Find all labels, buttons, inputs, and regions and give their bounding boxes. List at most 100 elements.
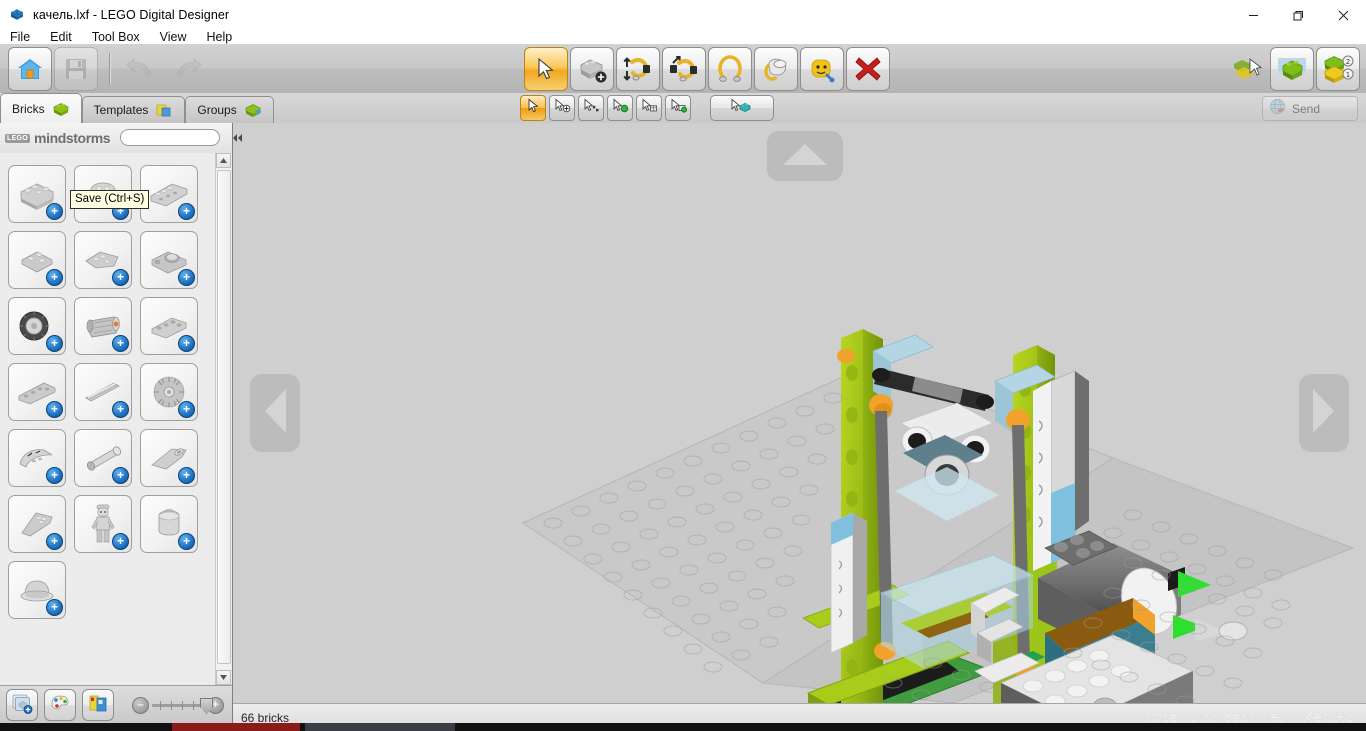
model-canvas[interactable] [233, 123, 1366, 703]
menu-help[interactable]: Help [197, 30, 243, 44]
restore-button[interactable] [1276, 0, 1321, 30]
clone-tool[interactable] [570, 47, 614, 91]
palette-collapse-handle[interactable] [232, 128, 243, 148]
select-add-button[interactable] [549, 95, 575, 121]
hinge-align-tool[interactable] [662, 47, 706, 91]
add-brick-badge[interactable]: + [178, 203, 195, 220]
save-button[interactable] [54, 47, 98, 91]
send-button[interactable]: Send [1262, 96, 1358, 121]
hinge-tool[interactable] [616, 47, 660, 91]
select-same-color-shape-button[interactable] [665, 95, 691, 121]
zoom-track[interactable] [152, 697, 213, 715]
rotate-view-left-button[interactable] [250, 374, 300, 452]
rotate-view-up-button[interactable] [767, 131, 843, 181]
add-brick-badge[interactable]: + [46, 533, 63, 550]
triangle-up-icon [781, 141, 829, 172]
hide-bricks-icon [730, 98, 754, 119]
add-brick-badge[interactable]: + [178, 401, 195, 418]
cursor-plus-icon [554, 98, 571, 118]
zoom-out-button[interactable]: – [132, 696, 149, 714]
add-brick-badge[interactable]: + [178, 467, 195, 484]
zoom-in-label: + [212, 698, 219, 711]
delete-tool[interactable] [846, 47, 890, 91]
add-brick-badge[interactable]: + [178, 269, 195, 286]
flex-tool[interactable] [708, 47, 752, 91]
menu-view[interactable]: View [150, 30, 197, 44]
tab-bricks[interactable]: Bricks [0, 93, 82, 123]
brick-item-technic-axle[interactable]: + [74, 363, 132, 421]
redo-button[interactable] [165, 47, 209, 91]
add-brick-badge[interactable]: + [112, 269, 129, 286]
brick-categories-button[interactable] [82, 689, 114, 721]
mode-build-button[interactable] [1270, 47, 1314, 91]
close-button[interactable] [1321, 0, 1366, 30]
mode-view-button[interactable] [1224, 47, 1268, 91]
brick-item-plate-turntable[interactable]: + [140, 231, 198, 289]
mindstorms-wordmark: mindstorms [34, 130, 111, 146]
color-palette-button[interactable] [44, 689, 76, 721]
undo-arrow-icon [126, 56, 156, 82]
brick-item-technic-liftarm[interactable]: + [8, 363, 66, 421]
mode-guide-button[interactable]: 2 1 [1316, 47, 1360, 91]
brick-item-technic-motor[interactable]: + [74, 297, 132, 355]
palette-zoom-slider[interactable]: – + [132, 696, 224, 715]
mindstorms-logo: LEGO mindstorms [5, 130, 111, 146]
add-brick-badge[interactable]: + [46, 599, 63, 616]
brick-item-slope-curved[interactable]: + [8, 429, 66, 487]
minimize-button[interactable] [1231, 0, 1276, 30]
home-icon [16, 55, 44, 83]
rotate-view-right-button[interactable] [1299, 374, 1349, 452]
palette-scrollbar[interactable] [215, 153, 231, 685]
menu-tool-box[interactable]: Tool Box [82, 30, 150, 44]
tab-bar: Bricks Templates Groups Save (Ctrl+S) Se… [0, 93, 1366, 209]
add-brick-badge[interactable]: + [46, 203, 63, 220]
select-connected-button[interactable] [578, 95, 604, 121]
select-single-button[interactable] [520, 95, 546, 121]
brick-item-technic-beam-3x5[interactable]: + [140, 297, 198, 355]
add-brick-badge[interactable]: + [46, 401, 63, 418]
select-same-color-button[interactable] [607, 95, 633, 121]
hide-selection-button[interactable] [710, 95, 774, 121]
menu-edit[interactable]: Edit [40, 30, 82, 44]
brick-item-technic-wheel-tire[interactable]: + [8, 297, 66, 355]
menu-file[interactable]: File [0, 30, 40, 44]
brick-item-minifigure[interactable]: + [74, 495, 132, 553]
brick-item-plate-wing[interactable]: + [8, 495, 66, 553]
palette-scroll-thumb[interactable] [217, 170, 231, 664]
brick-item-technic-gear[interactable]: + [140, 363, 198, 421]
templates-icon [155, 102, 173, 118]
brick-item-technic-tube[interactable]: + [74, 429, 132, 487]
brick-item-plate-wedge[interactable]: + [74, 231, 132, 289]
add-brick-badge[interactable]: + [112, 401, 129, 418]
add-brick-badge[interactable]: + [112, 467, 129, 484]
toolbar-tools-group [524, 47, 892, 91]
new-group-button[interactable] [6, 689, 38, 721]
redo-arrow-icon [172, 56, 202, 82]
home-button[interactable] [8, 47, 52, 91]
scroll-up-icon[interactable] [216, 153, 231, 168]
brick-item-minifigure-head[interactable]: + [140, 495, 198, 553]
select-tool[interactable] [524, 47, 568, 91]
add-brick-badge[interactable]: + [178, 533, 195, 550]
baseplate-studs [543, 392, 1291, 703]
title-bar: качель.lxf - LEGO Digital Designer [0, 0, 1366, 30]
tab-templates[interactable]: Templates [81, 96, 186, 123]
brick-item-technic-connector[interactable]: + [140, 429, 198, 487]
clone-color-tool[interactable] [800, 47, 844, 91]
add-brick-badge[interactable]: + [112, 533, 129, 550]
scroll-down-icon[interactable] [216, 670, 231, 685]
add-brick-badge[interactable]: + [46, 335, 63, 352]
brick-item-plate-2x2[interactable]: + [8, 231, 66, 289]
triangle-right-icon [1311, 387, 1337, 440]
palette-search-input[interactable] [120, 129, 220, 146]
undo-button[interactable] [119, 47, 163, 91]
select-same-shape-button[interactable] [636, 95, 662, 121]
add-brick-badge[interactable]: + [46, 467, 63, 484]
add-brick-badge[interactable]: + [46, 269, 63, 286]
tab-groups[interactable]: Groups [185, 96, 274, 123]
add-brick-badge[interactable]: + [178, 335, 195, 352]
add-brick-badge[interactable]: + [112, 335, 129, 352]
brick-item-minifigure-hat[interactable]: + [8, 561, 66, 619]
brick-item-brick-2x4-gray[interactable]: + [8, 165, 66, 223]
paint-tool[interactable] [754, 47, 798, 91]
